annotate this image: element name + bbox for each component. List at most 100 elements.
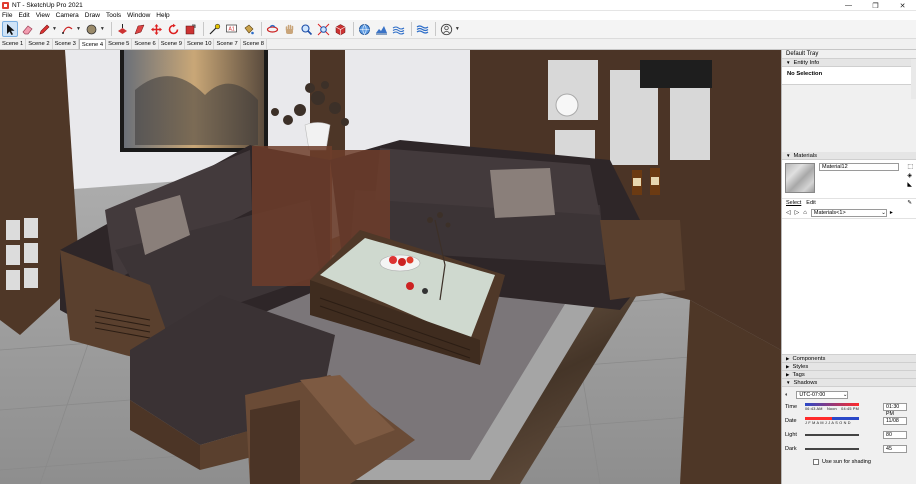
sunset-mark: 04:45 PM	[841, 407, 859, 411]
terrain-icon	[376, 25, 388, 34]
home-icon[interactable]: ⌂	[803, 210, 807, 216]
menu-file[interactable]: File	[2, 12, 12, 19]
expand-triangle-icon: ▶	[786, 355, 790, 361]
entity-info-header[interactable]: ▼ Entity Info	[782, 59, 916, 67]
3d-warehouse-button[interactable]	[333, 21, 349, 37]
light-slider[interactable]	[805, 434, 859, 436]
materials-collection-select[interactable]: Materials<1> ⌄	[810, 208, 887, 217]
sketchup-logo-icon	[2, 1, 9, 9]
default-material-icon[interactable]: ◣	[907, 181, 913, 190]
toolbar-separator	[434, 22, 436, 36]
use-sun-label: Use sun for shading	[822, 458, 871, 465]
timezone-select[interactable]: UTC-07:00 ⌄	[796, 390, 849, 399]
scale-tool-button[interactable]	[183, 21, 199, 37]
menu-window[interactable]: Window	[127, 12, 150, 19]
pencil-tool-button[interactable]	[36, 21, 52, 37]
scene-tab-9[interactable]: Scene 9	[159, 39, 185, 49]
sample-paint-icon[interactable]: ✎	[907, 200, 912, 206]
paint-bucket-tool-button[interactable]	[241, 21, 257, 37]
menu-tools[interactable]: Tools	[106, 12, 121, 19]
account-dropdown-caret[interactable]: ▼	[455, 26, 460, 32]
follow-me-tool-button[interactable]	[132, 21, 148, 37]
scene-tab-6[interactable]: Scene 6	[132, 39, 159, 49]
materials-header[interactable]: ▼ Materials	[782, 152, 916, 160]
scene-tab-4[interactable]: Scene 4	[78, 39, 107, 49]
menu-view[interactable]: View	[36, 12, 50, 19]
apple	[389, 256, 397, 264]
material-name-field[interactable]: Material12	[819, 163, 899, 171]
toolbar-separator	[410, 22, 412, 36]
scene-tab-2[interactable]: Scene 2	[26, 39, 53, 49]
menu-edit[interactable]: Edit	[18, 12, 29, 19]
orbit-tool-button[interactable]	[265, 21, 281, 37]
push-pull-tool-button[interactable]	[115, 21, 131, 37]
circle-shape-icon	[87, 24, 97, 34]
right-side-table	[600, 220, 685, 300]
selection-status: No Selection	[787, 71, 823, 77]
time-field[interactable]: 01:30 PM	[883, 403, 907, 417]
display-in-model-icon[interactable]: ⬚	[907, 163, 913, 172]
minimize-button[interactable]: —	[835, 0, 862, 11]
menu-camera[interactable]: Camera	[56, 12, 79, 19]
menu-help[interactable]: Help	[156, 12, 169, 19]
toggle-terrain-button[interactable]	[391, 21, 407, 37]
select-tool-button[interactable]	[2, 21, 18, 37]
account-button[interactable]	[439, 21, 455, 37]
rotate-tool-button[interactable]	[166, 21, 182, 37]
zoom-extents-tool-button[interactable]	[316, 21, 332, 37]
eraser-tool-button[interactable]	[19, 21, 35, 37]
back-arrow-icon[interactable]: ◁	[786, 209, 791, 216]
scene-tab-5[interactable]: Scene 5	[106, 39, 133, 49]
materials-tab-select[interactable]: Select	[786, 200, 801, 206]
light-field[interactable]: 80	[883, 431, 907, 439]
date-slider[interactable]	[805, 417, 859, 420]
forward-arrow-icon[interactable]: ▷	[795, 209, 800, 216]
entity-info-body: No Selection	[782, 67, 916, 85]
tape-measure-tool-button[interactable]	[207, 21, 223, 37]
scene-tab-3[interactable]: Scene 3	[53, 39, 79, 49]
scene-tab-10[interactable]: Scene 10	[185, 39, 215, 49]
text-tool-button[interactable]: A1	[224, 21, 240, 37]
create-material-icon[interactable]: ◈	[907, 172, 913, 181]
arc-dropdown-caret[interactable]: ▼	[76, 26, 81, 32]
shape-tool-button[interactable]	[84, 21, 100, 37]
month-marks: J F M A M J J A S O N D	[805, 421, 851, 425]
shadow-toggle-icon[interactable]: ◐	[785, 392, 788, 398]
dark-slider[interactable]	[805, 448, 859, 450]
time-slider[interactable]	[805, 403, 859, 406]
shadows-panel: ◐ UTC-07:00 ⌄ Time 06:43 AM Noon 04:45 P…	[782, 387, 916, 469]
pan-tool-button[interactable]	[282, 21, 298, 37]
title-bar: NT - SketchUp Pro 2021 — ❐ ✕	[0, 0, 916, 11]
materials-list[interactable]	[782, 218, 916, 354]
scene-tab-8[interactable]: Scene 8	[241, 39, 268, 49]
geolocation-button[interactable]	[357, 21, 373, 37]
zoom-tool-button[interactable]	[299, 21, 315, 37]
pencil-dropdown-caret[interactable]: ▼	[52, 26, 57, 32]
arrow-cursor-icon	[6, 23, 14, 35]
add-location-button[interactable]	[374, 21, 390, 37]
scene-tab-7[interactable]: Scene 7	[214, 39, 241, 49]
material-swatch[interactable]	[785, 163, 815, 193]
move-tool-button[interactable]	[149, 21, 165, 37]
close-button[interactable]: ✕	[889, 0, 916, 11]
scene-tab-1[interactable]: Scene 1	[0, 39, 27, 49]
components-title: Components	[792, 355, 826, 362]
expand-triangle-icon: ▶	[786, 363, 790, 369]
menu-draw[interactable]: Draw	[85, 12, 100, 19]
arc-tool-button[interactable]	[60, 21, 76, 37]
materials-tab-edit[interactable]: Edit	[806, 200, 815, 206]
use-sun-checkbox[interactable]	[813, 458, 819, 465]
model-viewport[interactable]	[0, 50, 781, 484]
chevron-down-icon: ⌄	[881, 209, 886, 216]
shadows-header[interactable]: ▼ Shadows	[782, 379, 916, 387]
date-field[interactable]: 11/08	[883, 417, 907, 425]
maximize-button[interactable]: ❐	[862, 0, 889, 11]
hand-pan-icon	[286, 24, 294, 34]
details-arrow-icon[interactable]: ▸	[890, 209, 893, 216]
photo-textures-button[interactable]	[415, 21, 431, 37]
dark-field[interactable]: 45	[883, 445, 907, 453]
shape-dropdown-caret[interactable]: ▼	[100, 26, 105, 32]
collapse-triangle-icon: ▼	[786, 59, 791, 65]
materials-panel: Material12 ⬚ ◈ ◣ Select Edit ✎ ◁ ▷ ⌂ Mat…	[782, 160, 916, 355]
tray-scrollbar[interactable]	[911, 59, 916, 99]
